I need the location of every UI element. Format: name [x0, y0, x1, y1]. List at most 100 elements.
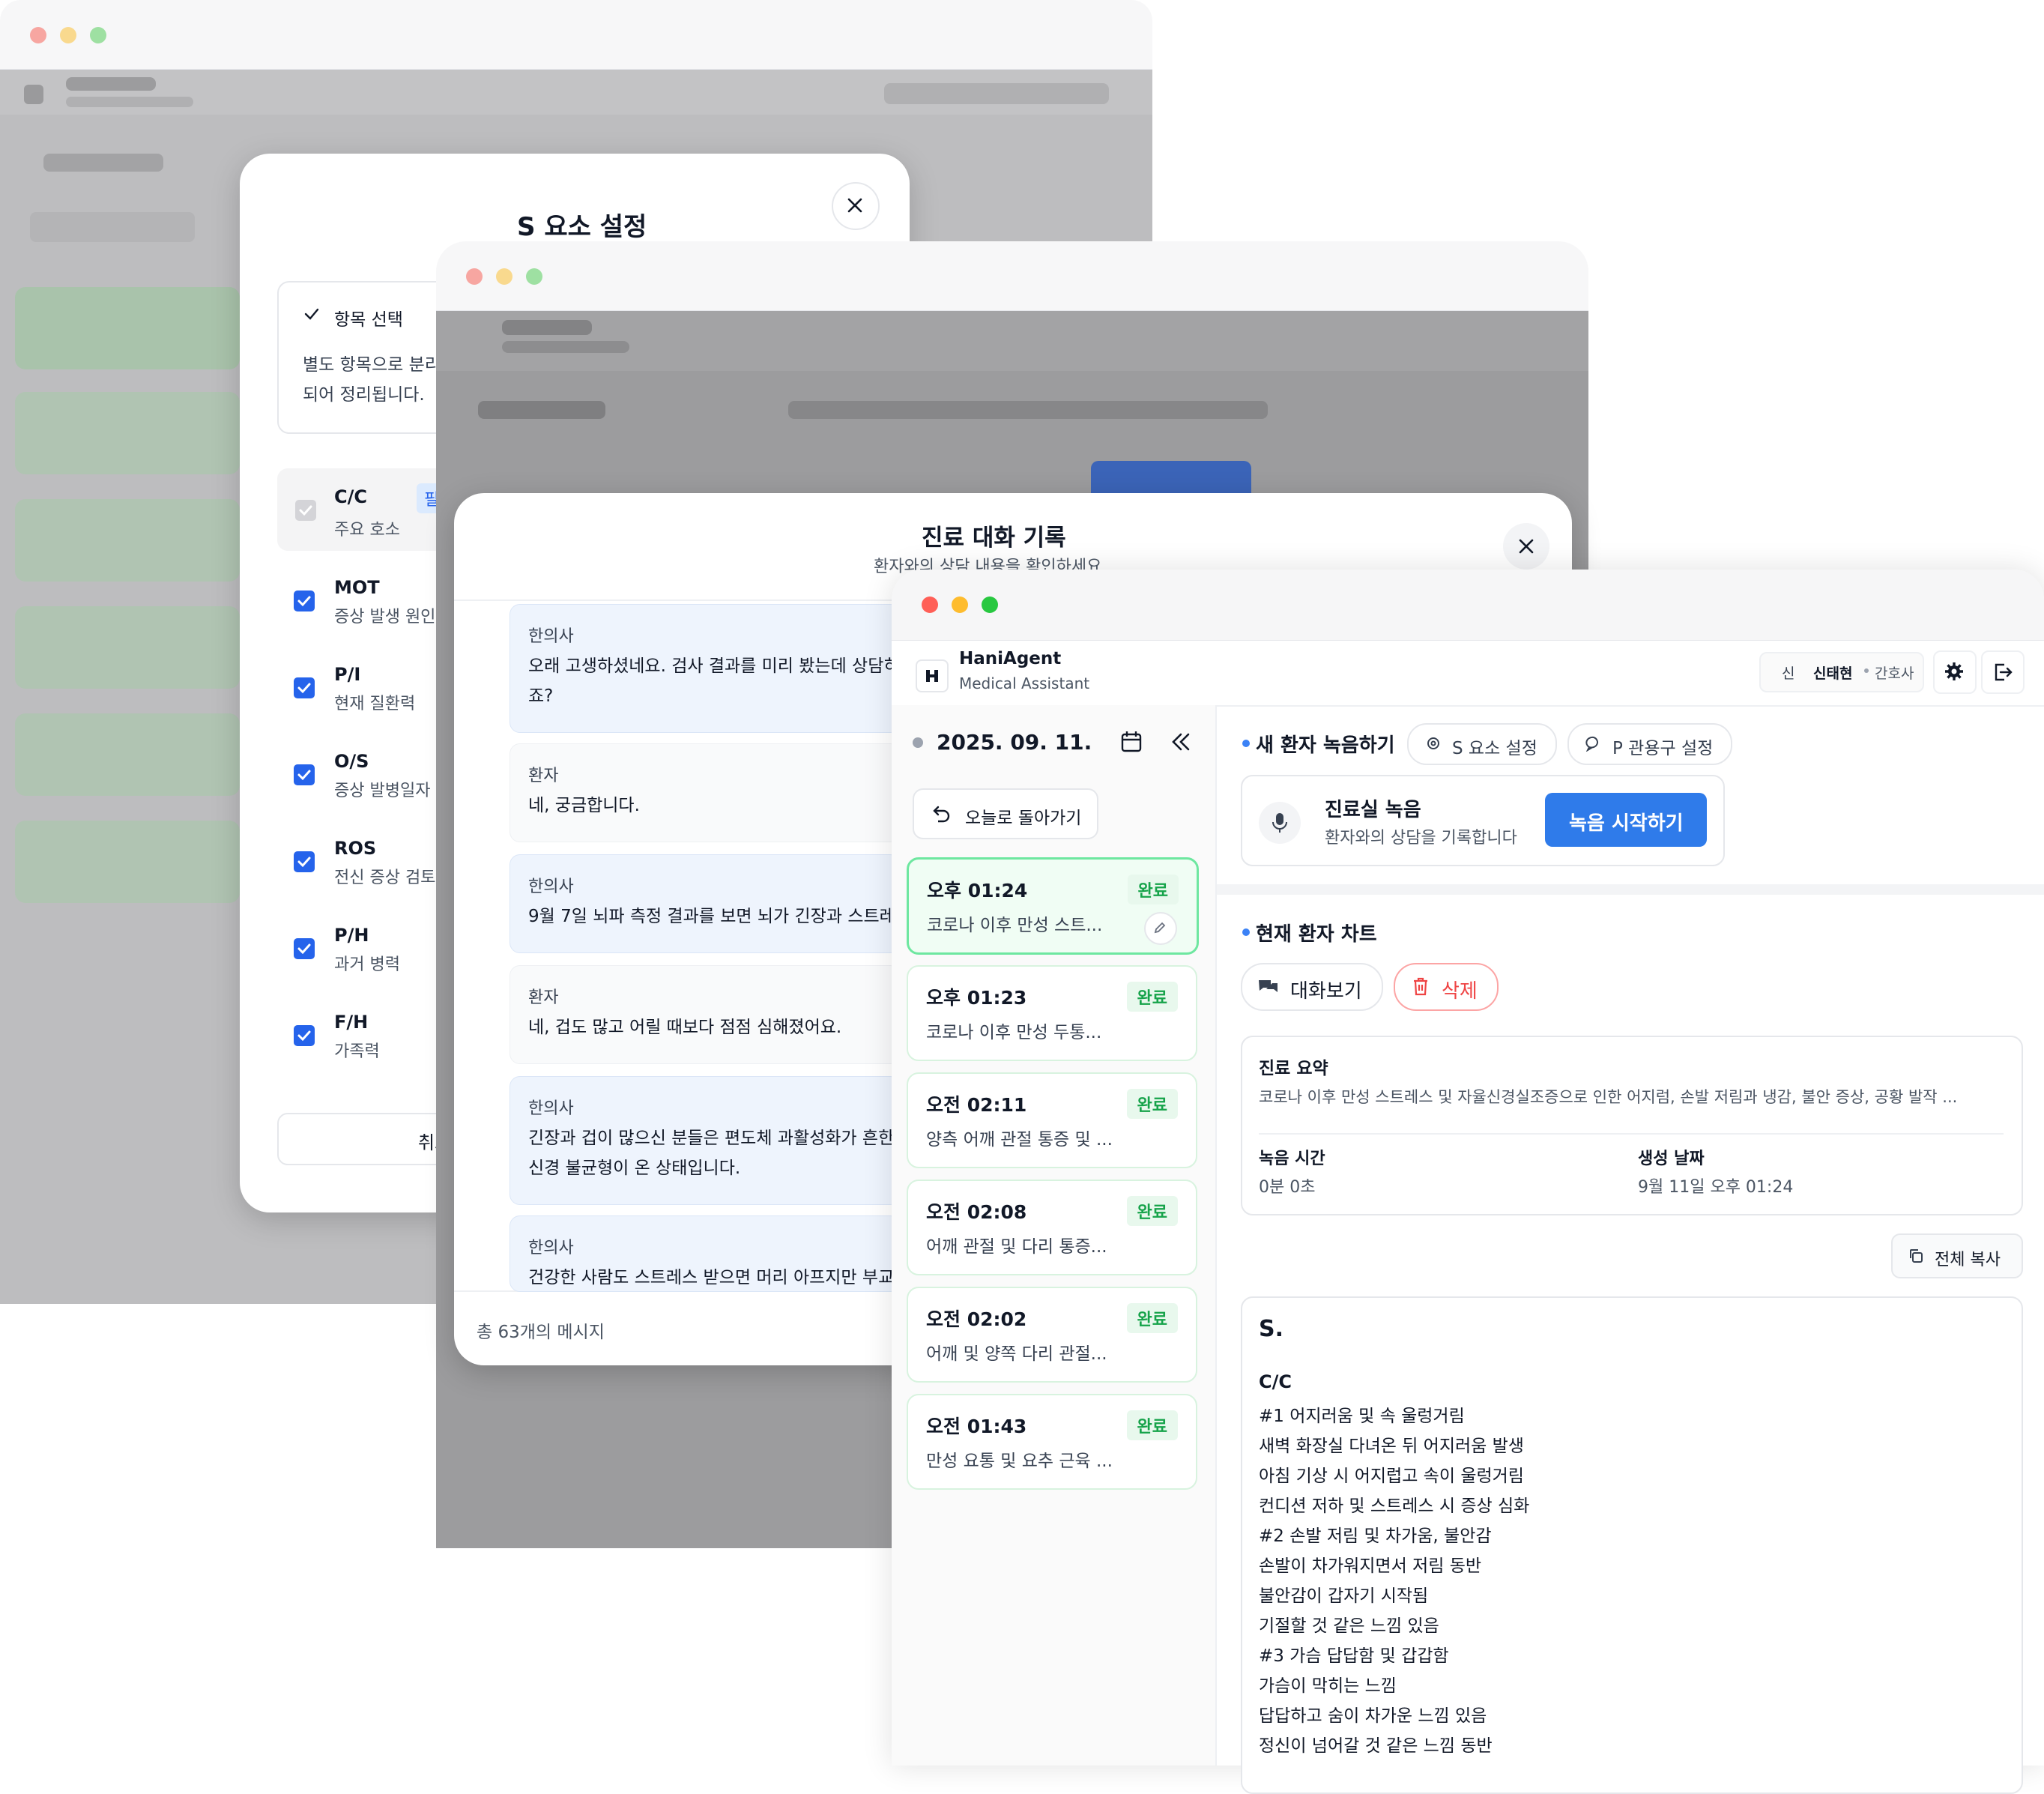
s-modal-title: S 요소 설정 [517, 212, 647, 242]
record-card[interactable]: 오후 01:24 완료 코로나 이후 만성 스트... [907, 857, 1199, 955]
edit-button[interactable] [1144, 912, 1177, 945]
copy-all-label: 전체 복사 [1935, 1251, 2001, 1269]
chat-bubbles-icon [1259, 980, 1278, 992]
soap-line: 새벽 화장실 다녀온 뒤 어지러움 발생 [1259, 1437, 1524, 1456]
soap-section-title: S. [1259, 1316, 1284, 1342]
option-code: P/I [334, 664, 361, 685]
middle-toolbar [788, 401, 1268, 419]
p-settings-button[interactable]: P 관용구 설정 [1567, 723, 1732, 765]
chevrons-left-icon [1172, 733, 1190, 751]
back-record-card [15, 821, 240, 903]
option-desc: 현재 질환력 [334, 695, 416, 713]
app-name: HaniAgent [959, 649, 1062, 668]
minimize-traffic-light[interactable] [60, 27, 76, 43]
back-record-list [15, 287, 240, 961]
back-record-card [15, 287, 240, 369]
message-speaker: 한의사 [528, 1099, 574, 1118]
section-dot [1242, 928, 1250, 936]
back-to-today-label: 오늘로 돌아가기 [965, 809, 1082, 828]
gear-icon [1945, 662, 1963, 680]
start-recording-button[interactable]: 녹음 시작하기 [1545, 793, 1707, 847]
back-window-titlebar [0, 0, 1152, 70]
back-record-card [15, 392, 240, 474]
middle-date [478, 401, 605, 419]
user-name: 신태현 [1813, 665, 1853, 682]
checkbox-ros[interactable] [294, 851, 315, 872]
record-time: 오전 01:43 [926, 1416, 1027, 1437]
close-traffic-light[interactable] [30, 27, 46, 43]
microphone-icon [1272, 813, 1287, 833]
checkbox-pi[interactable] [294, 677, 315, 698]
record-card[interactable]: 오전 02:02 완료 어깨 및 양쪽 다리 관절... [907, 1287, 1197, 1383]
checkbox-ph[interactable] [294, 938, 315, 959]
user-role: 간호사 [1875, 665, 1914, 682]
calendar-button[interactable] [1119, 730, 1146, 757]
checkbox-fh[interactable] [294, 1025, 315, 1046]
back-app-name [66, 77, 156, 91]
collapse-sidebar-button[interactable] [1169, 730, 1196, 757]
option-code: MOT [334, 577, 380, 598]
section-divider [1217, 884, 2044, 895]
logo-icon [926, 670, 938, 682]
logout-button[interactable] [1981, 650, 2025, 694]
zoom-traffic-light[interactable] [526, 268, 542, 285]
record-card[interactable]: 오후 01:23 완료 코로나 이후 만성 두통... [907, 965, 1197, 1061]
soap-cc-label: C/C [1259, 1371, 1292, 1392]
back-to-today-button[interactable]: 오늘로 돌아가기 [913, 788, 1098, 839]
soap-line: 정신이 넘어갈 것 같은 느낌 동반 [1259, 1736, 1493, 1756]
option-code: ROS [334, 838, 377, 859]
user-chip[interactable]: 신 신태현 간호사 [1759, 652, 1924, 692]
delete-label: 삭제 [1442, 980, 1478, 1003]
back-date [43, 154, 163, 172]
record-card[interactable]: 오전 01:43 완료 만성 요통 및 요추 근육 ... [907, 1394, 1197, 1490]
s-modal-info-line1: 별도 항목으로 분리 [303, 355, 441, 375]
delete-button[interactable]: 삭제 [1394, 963, 1499, 1011]
middle-window-titlebar [436, 241, 1588, 311]
chat-modal-close-button[interactable] [1503, 523, 1549, 570]
chat-message-count: 총 63개의 메시지 [477, 1323, 605, 1342]
message-speaker: 한의사 [528, 878, 574, 896]
back-record-card [15, 606, 240, 689]
checkbox-mot[interactable] [294, 591, 315, 611]
message-speaker: 한의사 [528, 627, 574, 646]
created-label: 생성 날짜 [1638, 1150, 1705, 1168]
date-dot [913, 737, 923, 748]
record-title: 코로나 이후 만성 두통... [926, 1023, 1102, 1042]
record-card[interactable]: 오전 02:08 완료 어깨 관절 및 다리 통증... [907, 1180, 1197, 1275]
close-traffic-light[interactable] [466, 268, 483, 285]
calendar-icon [1121, 731, 1142, 752]
app-subtitle: Medical Assistant [959, 674, 1090, 692]
chat-message-doctor: 한의사 건강한 사람도 스트레스 받으면 머리 아프지만 부교감 [510, 1215, 910, 1292]
s-modal-close-button[interactable] [832, 182, 880, 230]
s-modal-info-line2: 되어 정리됩니다. [303, 385, 425, 405]
minimize-traffic-light[interactable] [952, 597, 968, 613]
message-icon [1585, 736, 1598, 752]
summary-text: 코로나 이후 만성 스트레스 및 자율신경실조증으로 인한 어지럼, 손발 저림… [1259, 1088, 1958, 1106]
settings-button[interactable] [1933, 650, 1977, 694]
soap-line: #1 어지러움 및 속 울렁거림 [1259, 1407, 1465, 1426]
checkbox-cc[interactable] [295, 500, 316, 521]
soap-line: 아침 기상 시 어지럽고 속이 울렁거림 [1259, 1467, 1524, 1486]
view-chat-button[interactable]: 대화보기 [1241, 963, 1383, 1011]
p-settings-label: P 관용구 설정 [1612, 739, 1714, 758]
summary-label: 진료 요약 [1259, 1059, 1328, 1078]
chat-message-patient: 환자 네, 궁금합니다. [510, 743, 901, 842]
record-title: 코로나 이후 만성 스트... [927, 916, 1103, 935]
mic-icon-wrapper [1259, 802, 1301, 844]
chat-message-doctor: 한의사 9월 7일 뇌파 측정 결과를 보면 뇌가 긴장과 스트레스 [510, 854, 911, 953]
pencil-icon [1154, 922, 1166, 934]
zoom-traffic-light[interactable] [90, 27, 106, 43]
soap-line: 컨디션 저하 및 스트레스 시 증상 심화 [1259, 1496, 1530, 1516]
status-badge: 완료 [1126, 1196, 1178, 1226]
soap-line: #2 손발 저림 및 차가움, 불안감 [1259, 1526, 1492, 1546]
copy-all-button[interactable]: 전체 복사 [1891, 1233, 2023, 1278]
middle-app-name [502, 320, 592, 335]
close-traffic-light[interactable] [922, 597, 938, 613]
s-settings-button[interactable]: S 요소 설정 [1407, 723, 1557, 765]
zoom-traffic-light[interactable] [982, 597, 998, 613]
record-time: 오후 01:24 [927, 880, 1028, 901]
checkbox-os[interactable] [294, 764, 315, 785]
record-card[interactable]: 오전 02:11 완료 양측 어깨 관절 통증 및 ... [907, 1072, 1197, 1168]
record-title: 어깨 관절 및 다리 통증... [926, 1237, 1107, 1257]
minimize-traffic-light[interactable] [496, 268, 512, 285]
